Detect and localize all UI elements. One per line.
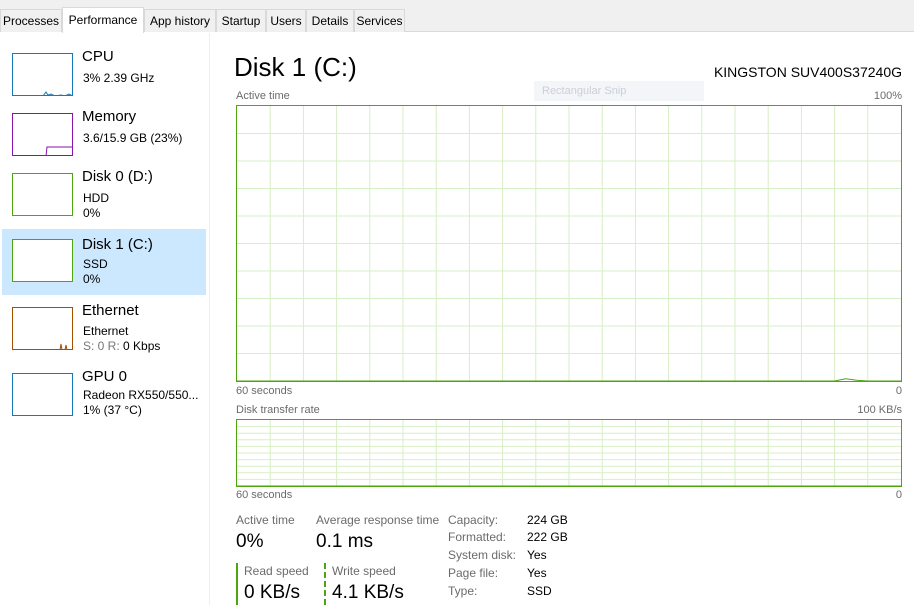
page-title: Disk 1 (C:) bbox=[234, 52, 357, 82]
formatted-label: Formatted: bbox=[448, 530, 507, 544]
sidebar-item-type: SSD bbox=[83, 257, 108, 271]
active-time-max-label: 100% bbox=[873, 90, 902, 102]
disk-type-label: Type: bbox=[448, 584, 478, 598]
tab-services[interactable]: Services bbox=[354, 9, 405, 32]
page-file-label: Page file: bbox=[448, 566, 499, 580]
sidebar-item-title: CPU bbox=[82, 48, 114, 65]
tab-startup[interactable]: Startup bbox=[216, 9, 266, 32]
sidebar-item-title: Ethernet bbox=[82, 302, 139, 319]
sidebar-item-title: Memory bbox=[82, 108, 137, 125]
ethernet-thumbnail-graph bbox=[12, 307, 73, 350]
snip-overlay: Rectangular Snip bbox=[534, 81, 704, 101]
active-time-min-label: 0 bbox=[895, 385, 902, 397]
sidebar-item-disk-1[interactable]: Disk 1 (C:) SSD 0% bbox=[2, 229, 206, 295]
page-file-value: Yes bbox=[527, 566, 547, 580]
read-speed-stat-label: Read speed bbox=[244, 564, 309, 578]
performance-detail-panel: Disk 1 (C:) KINGSTON SUV400S37240G Recta… bbox=[211, 33, 914, 605]
active-time-graph bbox=[236, 105, 902, 382]
cpu-thumbnail-graph bbox=[12, 53, 73, 96]
active-time-duration-label: 60 seconds bbox=[236, 385, 293, 397]
tab-performance[interactable]: Performance bbox=[62, 7, 144, 33]
sidebar-item-title: Disk 0 (D:) bbox=[82, 168, 153, 185]
sidebar-item-disk-0[interactable]: Disk 0 (D:) HDD 0% bbox=[2, 161, 206, 227]
tab-users[interactable]: Users bbox=[266, 9, 306, 32]
tab-app-history[interactable]: App history bbox=[144, 9, 216, 32]
sidebar-item-usage: 0% bbox=[83, 206, 101, 220]
transfer-rate-duration-label: 60 seconds bbox=[236, 489, 293, 501]
sidebar-item-memory[interactable]: Memory 3.6/15.9 GB (23%) bbox=[2, 101, 206, 167]
sidebar-item-detail: 3% 2.39 GHz bbox=[83, 71, 155, 85]
avg-response-stat-value: 0.1 ms bbox=[316, 531, 374, 552]
transfer-rate-graph bbox=[236, 419, 902, 487]
disk-0-thumbnail-graph bbox=[12, 173, 73, 216]
read-speed-stat-value: 0 KB/s bbox=[244, 582, 300, 603]
active-time-stat-label: Active time bbox=[236, 513, 295, 527]
device-model: KINGSTON SUV400S37240G bbox=[713, 64, 902, 80]
sidebar-item-gpu-0[interactable]: GPU 0 Radeon RX550/550... 1% (37 °C) bbox=[2, 361, 206, 427]
avg-response-stat-label: Average response time bbox=[316, 513, 440, 527]
write-speed-stat-label: Write speed bbox=[332, 564, 396, 578]
system-disk-value: Yes bbox=[527, 548, 547, 562]
write-speed-stat-value: 4.1 KB/s bbox=[332, 582, 404, 603]
resource-sidebar: CPU 3% 2.39 GHz Memory 3.6/15.9 GB (23%)… bbox=[0, 33, 210, 605]
sidebar-item-usage: 0% bbox=[83, 272, 101, 286]
formatted-value: 222 GB bbox=[527, 530, 568, 544]
tab-details[interactable]: Details bbox=[306, 9, 354, 32]
gpu-thumbnail-graph bbox=[12, 373, 73, 416]
capacity-value: 224 GB bbox=[527, 513, 568, 527]
sidebar-item-cpu[interactable]: CPU 3% 2.39 GHz bbox=[2, 41, 206, 107]
sidebar-item-title: GPU 0 bbox=[82, 368, 128, 385]
sidebar-item-ethernet[interactable]: Ethernet Ethernet S: 0 R: 0 Kbps bbox=[2, 295, 206, 361]
system-disk-label: System disk: bbox=[448, 548, 517, 562]
memory-thumbnail-graph bbox=[12, 113, 73, 156]
throughput-value: 0 Kbps bbox=[123, 339, 161, 353]
active-time-graph-label: Active time bbox=[236, 90, 290, 102]
disk-type-value: SSD bbox=[527, 584, 552, 598]
active-time-stat-value: 0% bbox=[236, 531, 264, 552]
sidebar-item-usage: 1% (37 °C) bbox=[83, 403, 142, 417]
sidebar-item-adapter: Ethernet bbox=[83, 324, 129, 338]
throughput-prefix: S: 0 R: bbox=[83, 339, 124, 353]
capacity-label: Capacity: bbox=[448, 513, 499, 527]
transfer-rate-max-label: 100 KB/s bbox=[857, 404, 902, 416]
tab-bar: Processes Performance App history Startu… bbox=[0, 0, 914, 33]
sidebar-item-detail: 3.6/15.9 GB (23%) bbox=[83, 131, 183, 145]
write-speed-legend-line bbox=[324, 563, 326, 605]
disk-1-thumbnail-graph bbox=[12, 239, 73, 282]
tab-processes[interactable]: Processes bbox=[0, 9, 62, 32]
sidebar-item-title: Disk 1 (C:) bbox=[82, 236, 153, 253]
transfer-rate-graph-label: Disk transfer rate bbox=[236, 404, 320, 416]
sidebar-item-throughput: S: 0 R: 0 Kbps bbox=[83, 339, 160, 353]
sidebar-item-model: Radeon RX550/550... bbox=[83, 388, 199, 402]
read-speed-legend-line bbox=[236, 563, 238, 605]
sidebar-item-type: HDD bbox=[83, 191, 109, 205]
transfer-rate-min-label: 0 bbox=[895, 489, 902, 501]
